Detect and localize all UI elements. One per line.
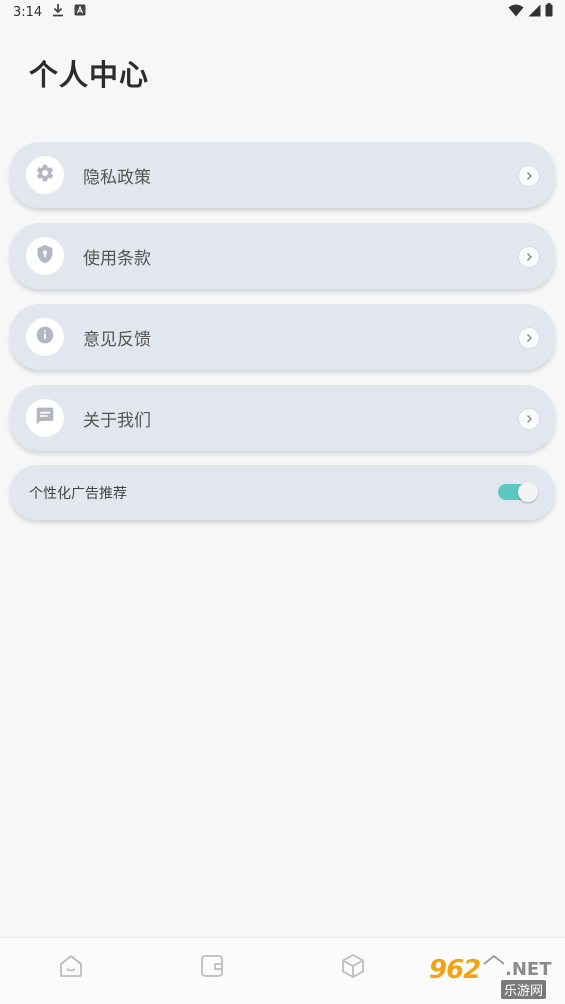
menu-item-label: 隐私政策 bbox=[83, 167, 151, 188]
status-time: 3:14 bbox=[13, 4, 43, 20]
toggle-thumb bbox=[518, 482, 538, 502]
menu-item-feedback[interactable]: 意见反馈 bbox=[10, 304, 555, 370]
message-icon bbox=[35, 406, 55, 430]
gear-icon-circle bbox=[26, 156, 64, 194]
shield-icon-circle bbox=[26, 237, 64, 275]
battery-icon bbox=[545, 3, 553, 21]
chevron-right-icon[interactable] bbox=[519, 409, 539, 429]
menu-item-label: 关于我们 bbox=[83, 410, 151, 431]
personalized-ads-toggle[interactable] bbox=[498, 482, 538, 502]
menu-item-label: 使用条款 bbox=[83, 248, 151, 269]
personalized-ads-label: 个性化广告推荐 bbox=[29, 485, 127, 502]
download-icon bbox=[52, 3, 64, 21]
nav-wallet[interactable] bbox=[196, 952, 228, 984]
nav-cube[interactable] bbox=[337, 952, 369, 984]
info-icon bbox=[35, 325, 55, 349]
chevron-right-icon[interactable] bbox=[519, 166, 539, 186]
cube-icon bbox=[339, 952, 367, 984]
chevron-right-icon[interactable] bbox=[519, 247, 539, 267]
wallet-icon bbox=[198, 952, 226, 984]
menu-item-about-us[interactable]: 关于我们 bbox=[10, 385, 555, 451]
home-icon bbox=[57, 952, 85, 984]
nav-home[interactable] bbox=[55, 952, 87, 984]
status-bar: 3:14 bbox=[0, 0, 565, 24]
menu-item-terms-of-use[interactable]: 使用条款 bbox=[10, 223, 555, 289]
cellular-icon bbox=[528, 4, 541, 21]
personalized-ads-row: 个性化广告推荐 bbox=[10, 465, 555, 520]
gear-icon bbox=[35, 163, 55, 187]
page-title: 个人中心 bbox=[29, 58, 150, 92]
shield-icon bbox=[35, 244, 55, 268]
menu-item-label: 意见反馈 bbox=[83, 329, 151, 350]
watermark-number: 962 bbox=[429, 955, 481, 985]
menu-item-privacy-policy[interactable]: 隐私政策 bbox=[10, 142, 555, 208]
site-watermark-logo: 962 .NET 乐游网 bbox=[427, 955, 559, 999]
status-left: 3:14 bbox=[13, 3, 86, 21]
message-icon-circle bbox=[26, 399, 64, 437]
status-right bbox=[508, 3, 553, 21]
wifi-icon bbox=[508, 4, 524, 21]
watermark-name: 乐游网 bbox=[501, 980, 547, 999]
info-icon-circle bbox=[26, 318, 64, 356]
a-box-icon bbox=[74, 4, 86, 20]
watermark-suffix: .NET bbox=[505, 959, 552, 980]
chevron-right-icon[interactable] bbox=[519, 328, 539, 348]
